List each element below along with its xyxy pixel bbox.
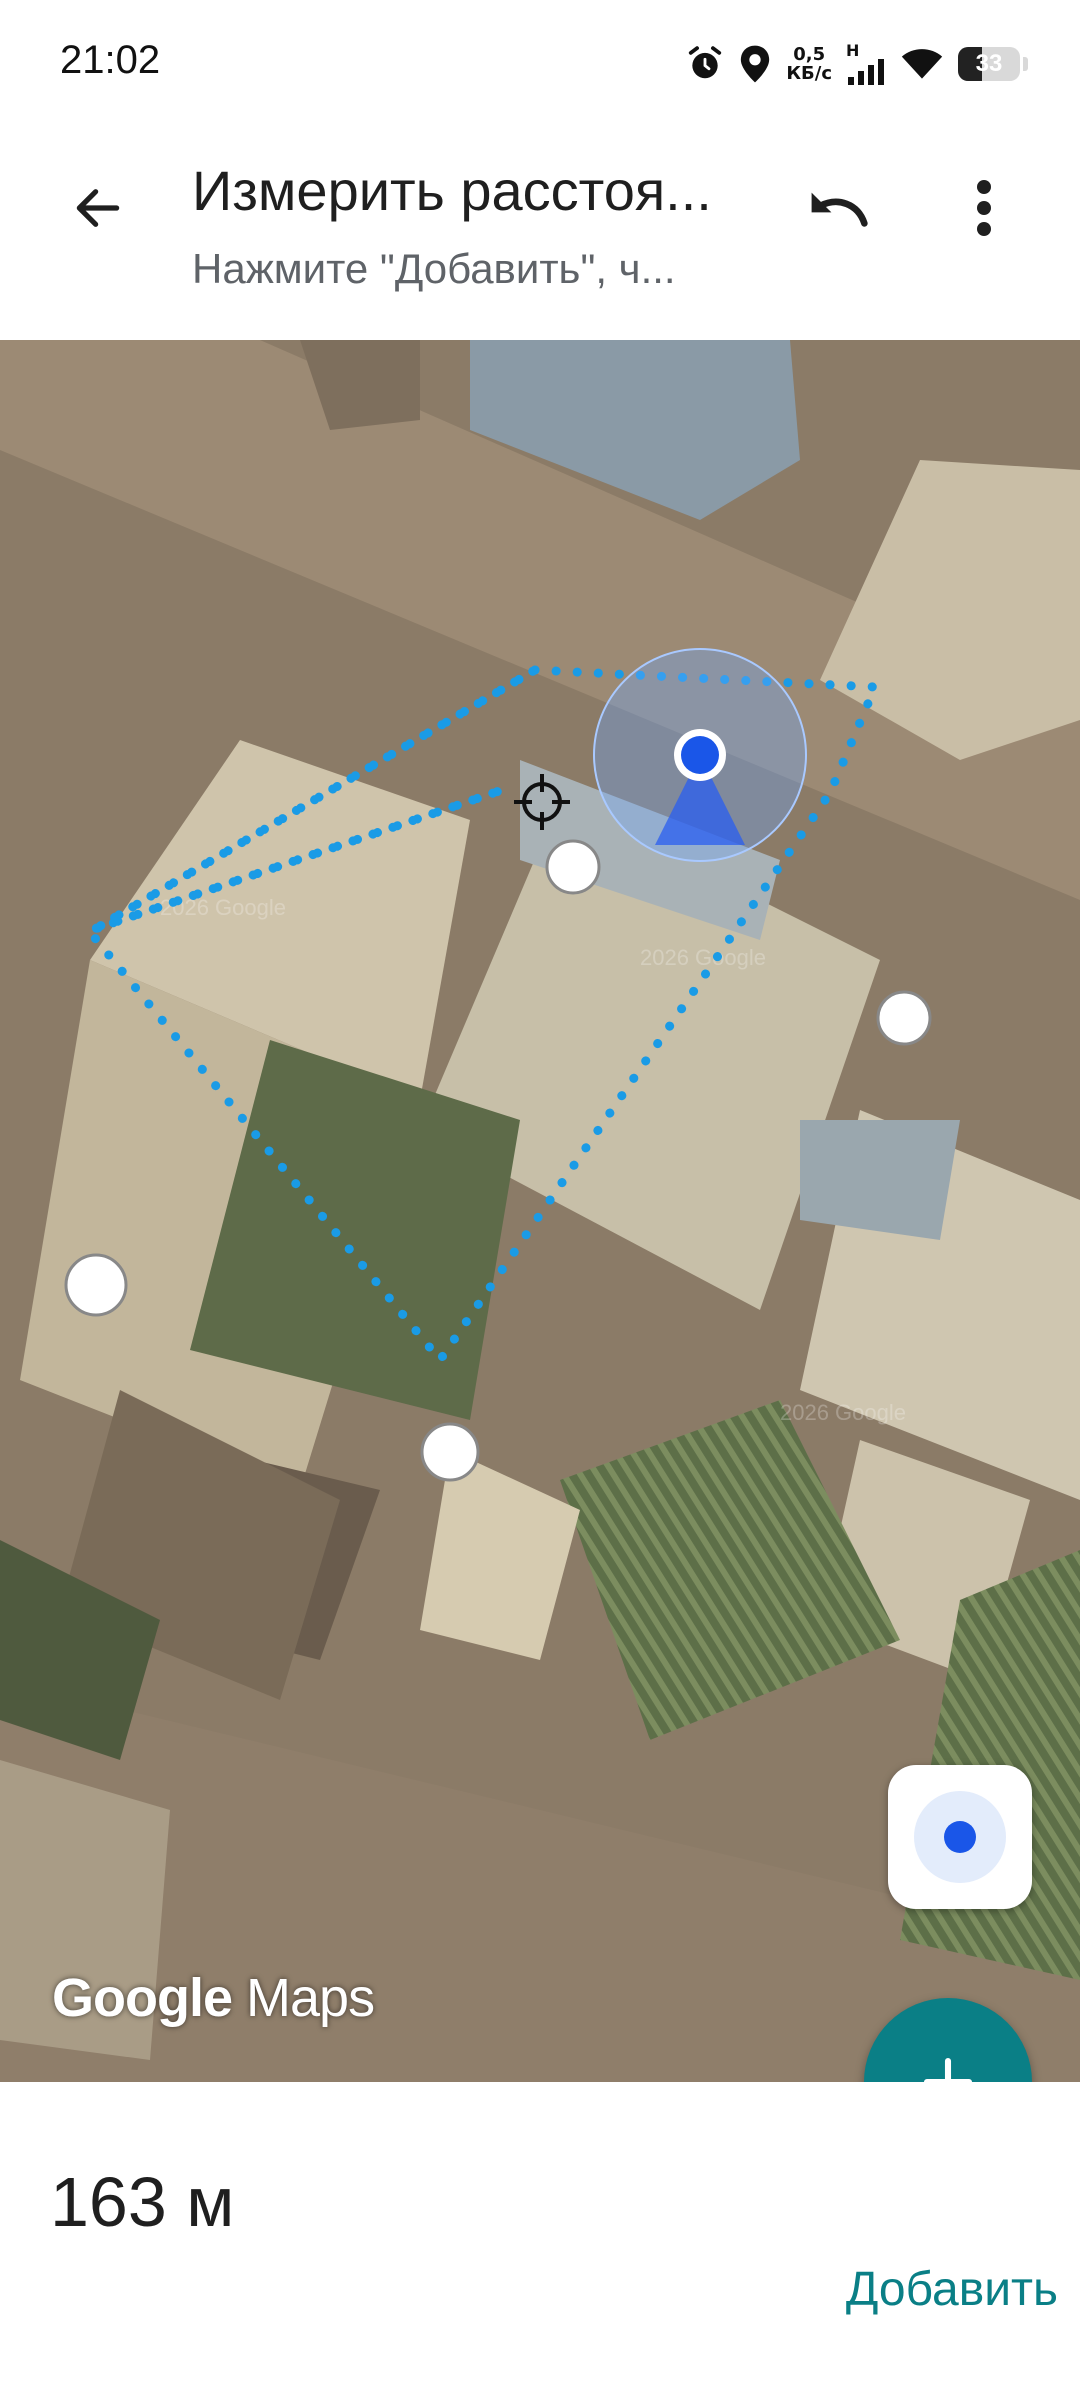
satellite-map[interactable]: 2026 Google 2026 Google 2026 Google Goog… (0, 340, 1080, 2082)
status-time: 21:02 (60, 38, 161, 82)
svg-text:2026 Google: 2026 Google (780, 1400, 906, 1425)
arrow-back-icon (76, 189, 120, 227)
undo-icon (811, 192, 868, 227)
alarm-icon (689, 46, 722, 79)
signal-icon (848, 59, 884, 85)
current-location-marker (593, 648, 807, 862)
battery-icon: 33 (958, 47, 1028, 81)
undo-button[interactable] (790, 160, 886, 256)
crosshair-icon (514, 774, 570, 830)
toolbar: Измерить расстоя... Нажмите "Добавить", … (0, 130, 1080, 340)
net-speed-value: 0,5 (793, 44, 826, 65)
svg-text:2026 Google: 2026 Google (640, 945, 766, 970)
page-subtitle: Нажмите "Добавить", ч... (192, 245, 676, 292)
battery-level: 33 (975, 50, 1003, 77)
more-options-button[interactable] (936, 160, 1032, 256)
more-vert-icon (977, 180, 991, 236)
wifi-icon (901, 49, 943, 79)
logo-maps: Maps (246, 1968, 375, 2028)
status-icons: 0,5 КБ/с H 33 (686, 36, 1028, 92)
status-bar: 21:02 0,5 КБ/с H 33 (0, 0, 1080, 130)
total-distance: 163 м (50, 2163, 235, 2241)
net-speed: 0,5 КБ/с (786, 45, 832, 83)
network-type: H (846, 41, 860, 60)
plus-icon (923, 2057, 973, 2082)
net-speed-unit: КБ/с (786, 63, 832, 84)
my-location-button[interactable] (888, 1765, 1032, 1909)
bottom-panel: 163 м Добавить (0, 2082, 1080, 2392)
google-maps-logo: Google Maps (52, 1967, 375, 2029)
add-button[interactable]: Добавить (846, 2262, 1058, 2317)
cell-signal: H (846, 43, 886, 85)
my-location-icon (914, 1791, 1006, 1883)
logo-google: Google (52, 1968, 233, 2028)
page-title: Измерить расстоя... (192, 159, 712, 222)
location-icon (741, 45, 770, 83)
back-button[interactable] (50, 160, 146, 256)
